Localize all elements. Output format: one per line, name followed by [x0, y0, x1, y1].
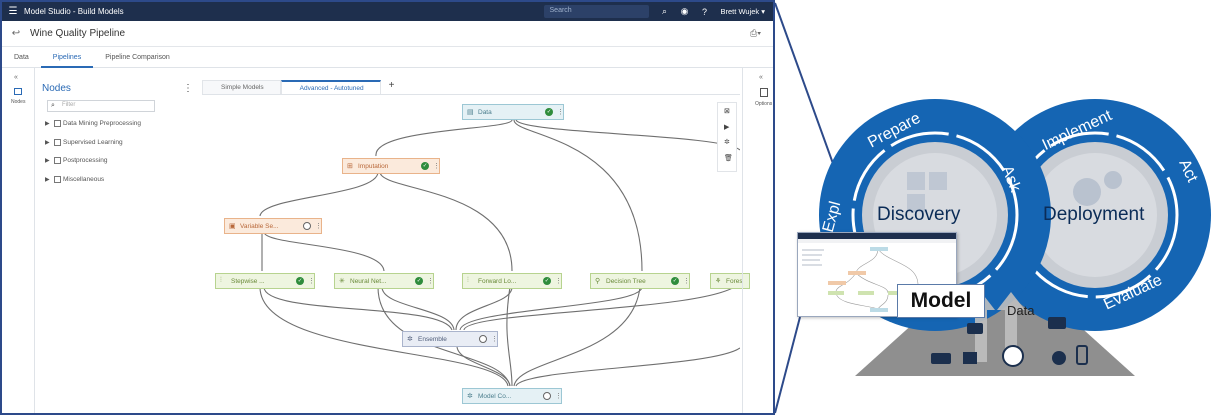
network-icon — [1002, 345, 1024, 367]
chat-icon — [931, 353, 951, 364]
people-icon — [1052, 351, 1066, 365]
discovery-label: Discovery — [877, 204, 961, 225]
video-icon — [1048, 317, 1066, 329]
model-label: Model — [897, 284, 985, 318]
camera-icon — [967, 323, 983, 334]
data-label: Data — [1007, 303, 1035, 318]
mail-icon — [963, 352, 977, 364]
deployment-label: Deployment — [1043, 204, 1145, 225]
